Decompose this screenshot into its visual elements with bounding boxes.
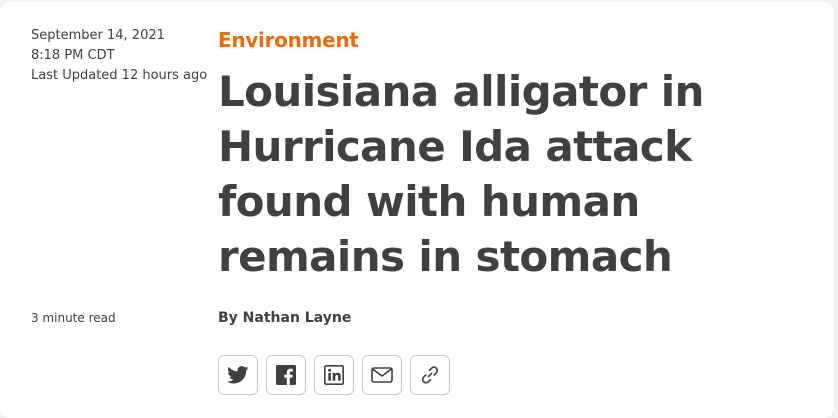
publish-time: 8:18 PM CDT — [31, 48, 115, 63]
last-updated: Last Updated 12 hours ago — [31, 68, 208, 83]
category-link[interactable]: Environment — [218, 28, 359, 52]
link-icon — [421, 366, 439, 384]
linkedin-icon — [324, 365, 344, 385]
facebook-icon — [276, 365, 296, 385]
share-facebook-button[interactable] — [266, 355, 306, 395]
share-bar — [218, 355, 450, 395]
author-link[interactable]: Nathan Layne — [243, 310, 352, 326]
twitter-icon — [227, 366, 249, 384]
article-header-card: September 14, 2021 8:18 PM CDT Last Upda… — [0, 2, 834, 418]
share-twitter-button[interactable] — [218, 355, 258, 395]
share-linkedin-button[interactable] — [314, 355, 354, 395]
page-title: Louisiana alligator in Hurricane Ida att… — [218, 67, 704, 281]
share-email-button[interactable] — [362, 355, 402, 395]
article-timestamp: September 14, 2021 8:18 PM CDT Last Upda… — [31, 26, 207, 86]
byline: By Nathan Layne — [218, 310, 351, 326]
byline-prefix: By — [218, 310, 238, 326]
publish-date: September 14, 2021 — [31, 28, 165, 43]
read-time: 3 minute read — [31, 311, 116, 325]
email-icon — [371, 367, 393, 383]
share-link-button[interactable] — [410, 355, 450, 395]
